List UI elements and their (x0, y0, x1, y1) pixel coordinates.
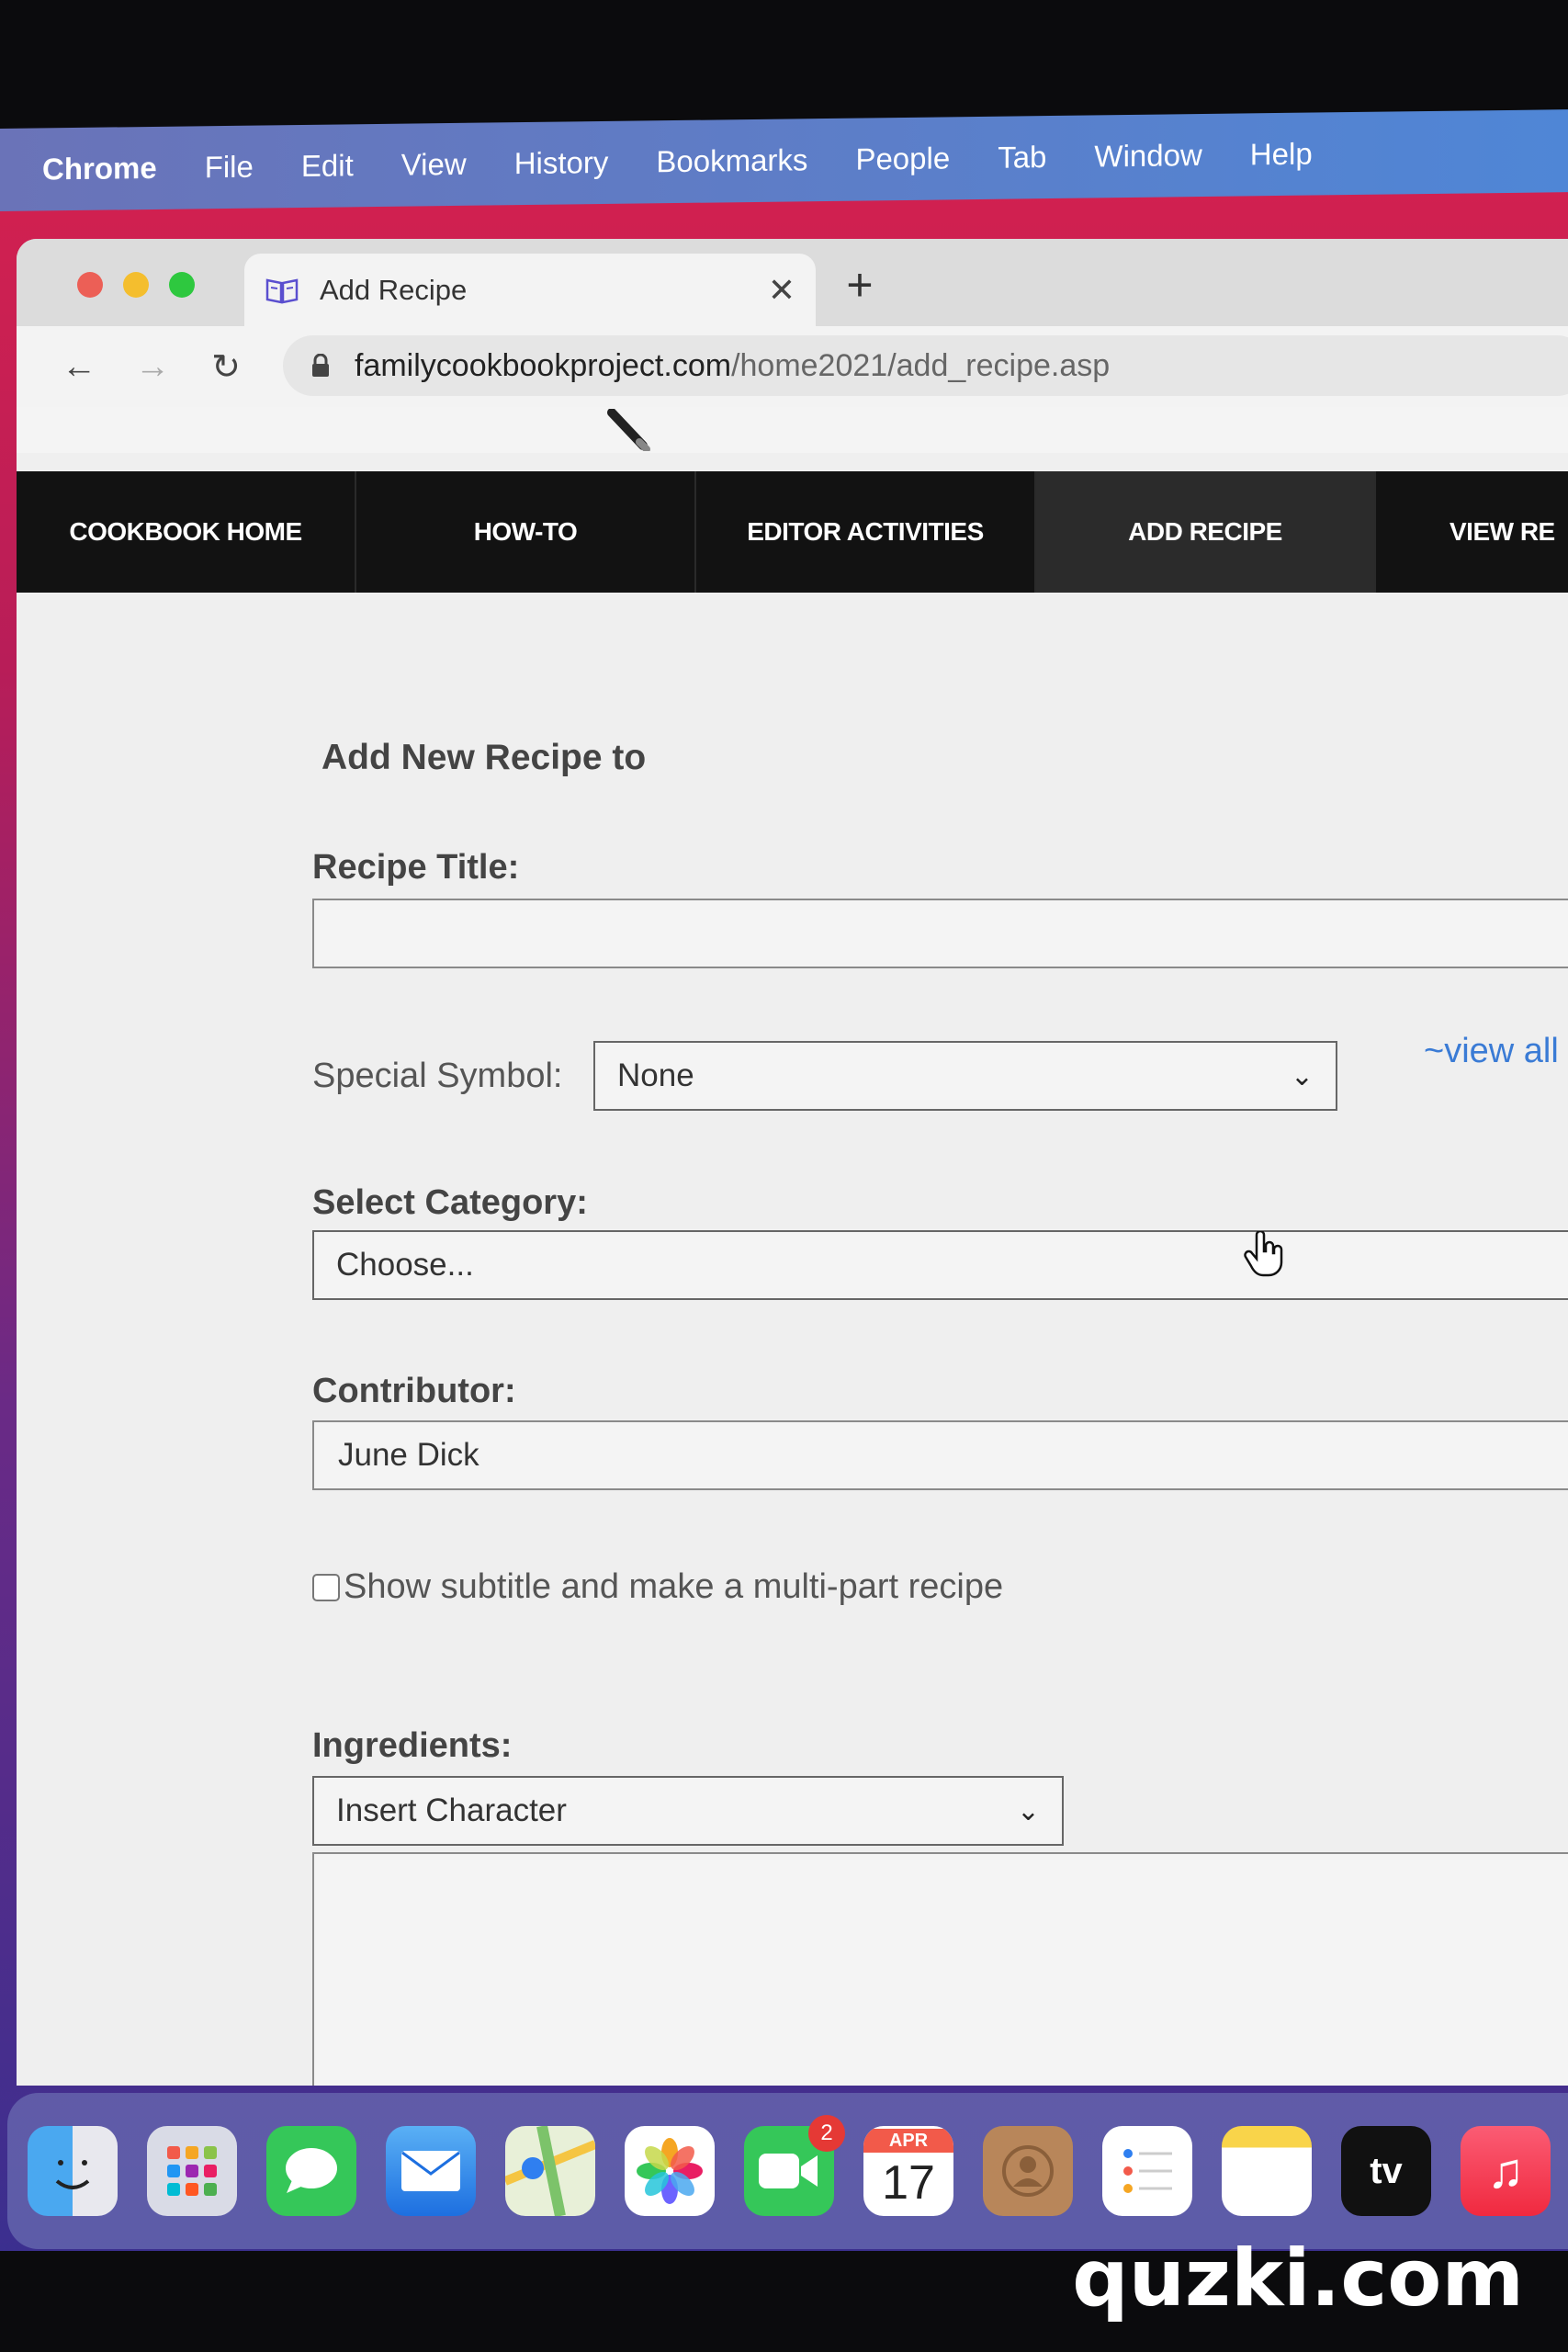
photos-icon[interactable] (625, 2126, 715, 2216)
category-value: Choose... (336, 1247, 474, 1283)
window-controls (77, 272, 195, 298)
multipart-checkbox-label[interactable]: Show subtitle and make a multi-part reci… (344, 1567, 1003, 1607)
special-symbol-value: None (617, 1057, 694, 1093)
menu-bookmarks[interactable]: Bookmarks (656, 142, 807, 179)
multipart-checkbox[interactable] (312, 1573, 340, 1601)
messages-icon[interactable] (266, 2126, 356, 2216)
special-symbol-label: Special Symbol: (312, 1057, 563, 1095)
facetime-badge: 2 (808, 2115, 845, 2152)
browser-toolbar: ← → ↻ familycookbookproject.com/home2021… (17, 326, 1568, 408)
url-path: /home2021/add_recipe.asp (731, 347, 1111, 383)
forward-arrow-icon[interactable]: → (129, 343, 176, 390)
insert-character-value: Insert Character (336, 1792, 567, 1828)
back-arrow-icon[interactable]: ← (55, 343, 103, 390)
web-page: COOKBOOK HOME HOW-TO EDITOR ACTIVITIES A… (17, 407, 1568, 2086)
cookbook-favicon-icon (265, 278, 299, 304)
contributor-label: Contributor: (312, 1372, 516, 1410)
notes-icon[interactable] (1222, 2126, 1312, 2216)
dock: 2 APR 17 tv ♫ (7, 2093, 1568, 2249)
recipe-title-input[interactable] (312, 899, 1568, 968)
site-logo-strip (17, 407, 1568, 453)
watermark-text: quzki.com (1072, 2233, 1524, 2324)
pen-logo-icon (607, 409, 650, 451)
menu-edit[interactable]: Edit (301, 148, 354, 184)
facetime-icon[interactable]: 2 (744, 2115, 845, 2216)
mail-icon[interactable] (386, 2126, 476, 2216)
calendar-month: APR (863, 2129, 953, 2153)
contributor-input[interactable] (312, 1420, 1568, 1490)
nav-cookbook-home[interactable]: COOKBOOK HOME (17, 471, 356, 593)
lock-icon[interactable] (310, 354, 331, 378)
nav-editor-activities[interactable]: EDITOR ACTIVITIES (696, 471, 1036, 593)
chevron-down-icon: ⌄ (1016, 1795, 1040, 1826)
finder-icon[interactable] (28, 2126, 118, 2216)
view-all-link[interactable]: ~view all (1424, 1032, 1559, 1071)
form-heading: Add New Recipe to (321, 738, 647, 777)
calendar-day: 17 (882, 2156, 935, 2210)
maps-icon[interactable] (505, 2126, 595, 2216)
menu-app-name[interactable]: Chrome (42, 151, 157, 187)
menu-history[interactable]: History (514, 145, 609, 181)
category-select[interactable]: Choose... (312, 1230, 1568, 1300)
insert-character-select[interactable]: Insert Character ⌄ (312, 1776, 1064, 1846)
tab-add-recipe[interactable]: Add Recipe ✕ (244, 254, 816, 327)
ingredients-textarea[interactable] (312, 1852, 1568, 2086)
music-icon[interactable]: ♫ (1461, 2126, 1551, 2216)
menu-people[interactable]: People (855, 141, 950, 176)
recipe-title-label: Recipe Title: (312, 848, 520, 887)
menu-file[interactable]: File (205, 150, 254, 186)
close-tab-icon[interactable]: ✕ (768, 271, 795, 310)
browser-window: Add Recipe ✕ + ← → ↻ familycookbookproje… (17, 239, 1568, 2086)
ingredients-label: Ingredients: (312, 1726, 513, 1765)
chevron-down-icon: ⌄ (1290, 1060, 1314, 1091)
close-window-button[interactable] (77, 272, 103, 298)
hand-pointer-cursor-icon (1244, 1231, 1283, 1277)
menu-help[interactable]: Help (1250, 137, 1313, 173)
zoom-window-button[interactable] (169, 272, 195, 298)
menu-tab[interactable]: Tab (998, 140, 1046, 175)
url-text: familycookbookproject.com/home2021/add_r… (355, 348, 1110, 384)
apple-tv-icon[interactable]: tv (1341, 2126, 1431, 2216)
minimize-window-button[interactable] (123, 272, 149, 298)
menu-window[interactable]: Window (1094, 138, 1201, 174)
multipart-option: Show subtitle and make a multi-part reci… (312, 1567, 1003, 1607)
reminders-icon[interactable] (1102, 2126, 1192, 2216)
calendar-icon[interactable]: APR 17 (863, 2126, 953, 2216)
nav-view-recipes[interactable]: VIEW RE (1376, 471, 1568, 593)
special-symbol-select[interactable]: None ⌄ (593, 1041, 1337, 1111)
new-tab-button[interactable]: + (832, 257, 887, 312)
launchpad-icon[interactable] (147, 2126, 237, 2216)
tab-strip: Add Recipe ✕ + (17, 239, 1568, 327)
tab-title: Add Recipe (320, 274, 468, 306)
site-navigation: COOKBOOK HOME HOW-TO EDITOR ACTIVITIES A… (17, 471, 1568, 593)
nav-how-to[interactable]: HOW-TO (356, 471, 696, 593)
url-host: familycookbookproject.com (355, 347, 732, 383)
apple-tv-label: tv (1370, 2150, 1403, 2191)
menu-view[interactable]: View (401, 147, 467, 183)
nav-add-recipe[interactable]: ADD RECIPE (1036, 471, 1376, 593)
reload-icon[interactable]: ↻ (202, 343, 250, 390)
contacts-icon[interactable] (983, 2126, 1073, 2216)
address-bar[interactable]: familycookbookproject.com/home2021/add_r… (283, 335, 1568, 396)
select-category-label: Select Category: (312, 1183, 588, 1222)
